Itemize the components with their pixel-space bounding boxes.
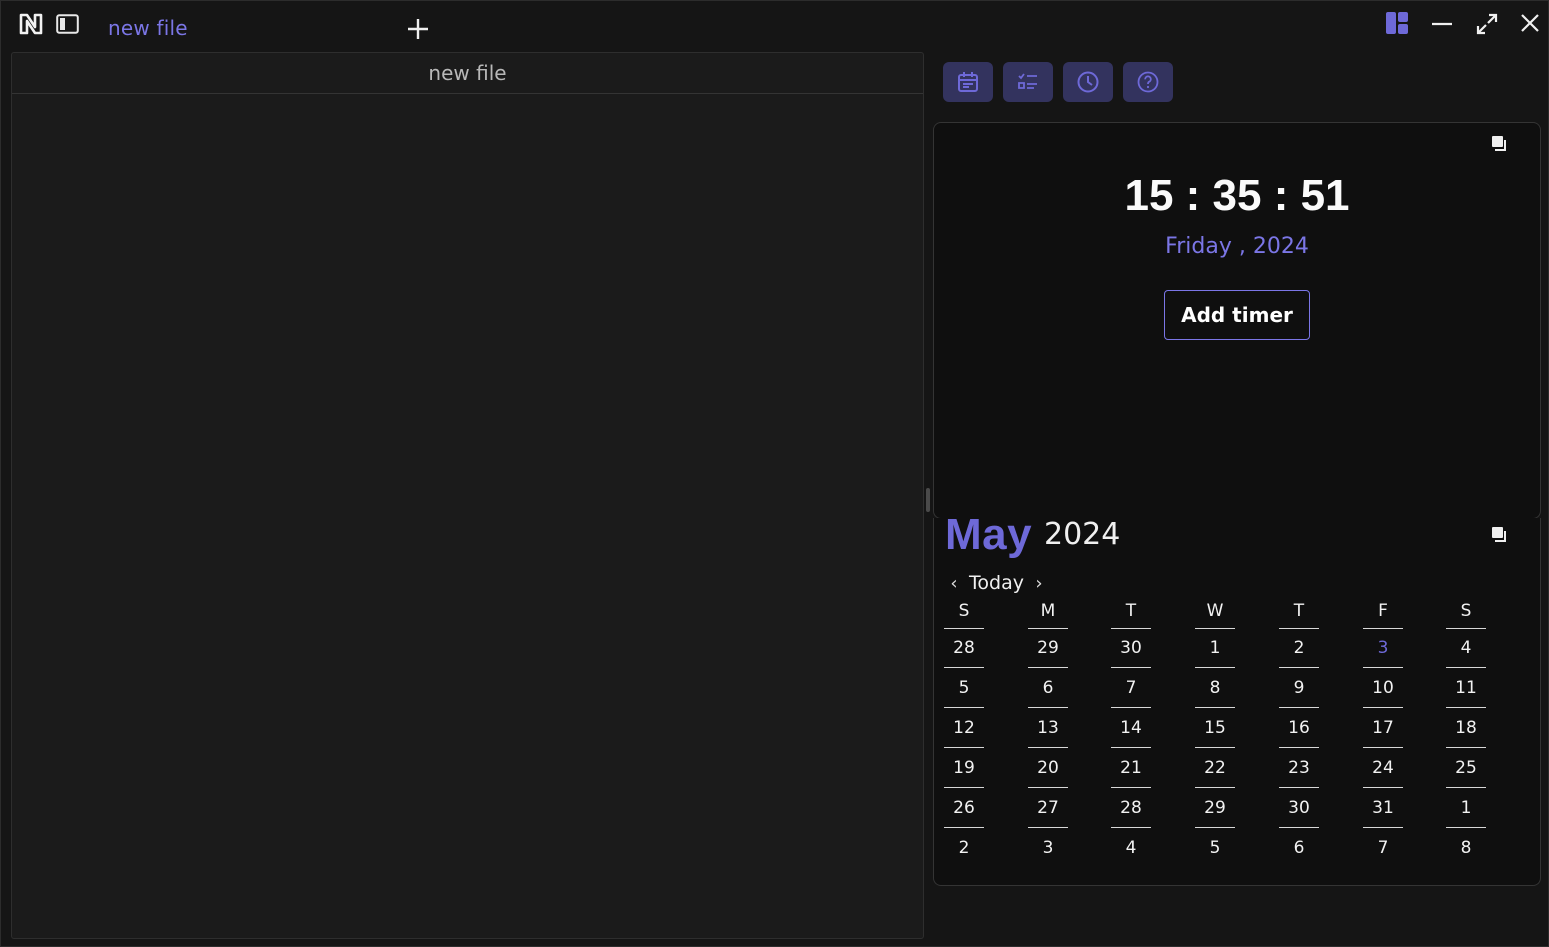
calendar-day[interactable]: 20 bbox=[1028, 748, 1068, 788]
calendar-day[interactable]: 15 bbox=[1195, 708, 1235, 748]
calendar-button[interactable] bbox=[943, 62, 993, 102]
pane-resize-handle[interactable] bbox=[926, 488, 930, 512]
calendar-day[interactable]: 25 bbox=[1446, 748, 1486, 788]
calendar-day[interactable]: 8 bbox=[1446, 828, 1486, 868]
weekday-header: S bbox=[1446, 597, 1486, 629]
calendar-day[interactable]: 5 bbox=[1195, 828, 1235, 868]
minimize-icon[interactable] bbox=[1431, 13, 1453, 35]
calendar-day[interactable]: 6 bbox=[1028, 668, 1068, 708]
calendar-day[interactable]: 2 bbox=[1279, 628, 1319, 668]
clock-time: 15 : 35 : 51 bbox=[1124, 171, 1350, 220]
weekday-header: M bbox=[1028, 597, 1068, 629]
calendar-day[interactable]: 22 bbox=[1195, 748, 1235, 788]
calendar-day[interactable]: 30 bbox=[1279, 788, 1319, 828]
calendar-day[interactable]: 1 bbox=[1446, 788, 1486, 828]
chevron-left-icon[interactable]: ‹ bbox=[945, 571, 963, 595]
calendar-day[interactable]: 6 bbox=[1279, 828, 1319, 868]
calendar-day[interactable]: 26 bbox=[944, 788, 984, 828]
close-icon[interactable] bbox=[1519, 12, 1541, 34]
calendar-icon bbox=[958, 72, 978, 92]
calendar-month: May bbox=[945, 510, 1033, 559]
checklist-icon bbox=[1018, 73, 1037, 89]
calendar-day[interactable]: 3 bbox=[1363, 628, 1403, 668]
add-timer-button[interactable]: Add timer bbox=[1164, 290, 1310, 340]
help-icon bbox=[1137, 71, 1159, 93]
clock-date: Friday , 2024 bbox=[1165, 234, 1309, 259]
calendar-day[interactable]: 23 bbox=[1279, 748, 1319, 788]
calendar-day[interactable]: 12 bbox=[944, 708, 984, 748]
calendar-nav: ‹ Today › bbox=[945, 571, 1048, 595]
calendar-day[interactable]: 29 bbox=[1195, 788, 1235, 828]
calendar-day[interactable]: 7 bbox=[1363, 828, 1403, 868]
layout-icon[interactable] bbox=[1386, 12, 1408, 34]
calendar-day[interactable]: 30 bbox=[1111, 628, 1151, 668]
calendar-day[interactable]: 2 bbox=[944, 828, 984, 868]
calendar-day[interactable]: 9 bbox=[1279, 668, 1319, 708]
calendar-day[interactable]: 11 bbox=[1446, 668, 1486, 708]
editor-pane[interactable]: new file bbox=[11, 52, 924, 939]
help-button[interactable] bbox=[1123, 62, 1173, 102]
calendar-day[interactable]: 3 bbox=[1028, 828, 1068, 868]
calendar-day[interactable]: 29 bbox=[1028, 628, 1068, 668]
calendar-day[interactable]: 28 bbox=[1111, 788, 1151, 828]
calendar-day[interactable]: 28 bbox=[944, 628, 984, 668]
calendar-day[interactable]: 13 bbox=[1028, 708, 1068, 748]
calendar-day[interactable]: 17 bbox=[1363, 708, 1403, 748]
tab-new-file[interactable]: new file bbox=[108, 16, 188, 40]
clock-icon bbox=[1077, 71, 1099, 93]
popout-icon[interactable] bbox=[1491, 135, 1509, 153]
calendar-day[interactable]: 21 bbox=[1111, 748, 1151, 788]
calendar-day[interactable]: 5 bbox=[944, 668, 984, 708]
calendar-day[interactable]: 19 bbox=[944, 748, 984, 788]
maximize-icon[interactable] bbox=[1476, 13, 1498, 35]
weekday-header: T bbox=[1111, 597, 1151, 629]
calendar-day[interactable]: 1 bbox=[1195, 628, 1235, 668]
chevron-right-icon[interactable]: › bbox=[1030, 571, 1048, 595]
notes-logo-icon[interactable] bbox=[19, 13, 43, 35]
calendar-day[interactable]: 8 bbox=[1195, 668, 1235, 708]
calendar-day[interactable]: 27 bbox=[1028, 788, 1068, 828]
calendar-day[interactable]: 4 bbox=[1111, 828, 1151, 868]
popout-icon[interactable] bbox=[1491, 526, 1509, 544]
calendar-day[interactable]: 18 bbox=[1446, 708, 1486, 748]
clock-button[interactable] bbox=[1063, 62, 1113, 102]
calendar-day[interactable]: 16 bbox=[1279, 708, 1319, 748]
sidebar-toggle-icon[interactable] bbox=[56, 14, 79, 34]
weekday-header: T bbox=[1279, 597, 1319, 629]
calendar-day[interactable]: 31 bbox=[1363, 788, 1403, 828]
weekday-header: F bbox=[1363, 597, 1403, 629]
today-button[interactable]: Today bbox=[963, 572, 1030, 594]
calendar-day[interactable]: 24 bbox=[1363, 748, 1403, 788]
calendar-day[interactable]: 14 bbox=[1111, 708, 1151, 748]
calendar-day[interactable]: 4 bbox=[1446, 628, 1486, 668]
editor-title: new file bbox=[12, 53, 923, 94]
calendar-day[interactable]: 10 bbox=[1363, 668, 1403, 708]
checklist-button[interactable] bbox=[1003, 62, 1053, 102]
calendar-day[interactable]: 7 bbox=[1111, 668, 1151, 708]
calendar-year: 2024 bbox=[1044, 517, 1121, 552]
title-bar: new file bbox=[1, 1, 1549, 53]
weekday-header: W bbox=[1195, 597, 1235, 629]
app-window: new file new file 15: 35: 51 Friday , … bbox=[0, 0, 1549, 947]
weekday-header: S bbox=[944, 597, 984, 629]
plus-icon[interactable] bbox=[406, 17, 430, 41]
